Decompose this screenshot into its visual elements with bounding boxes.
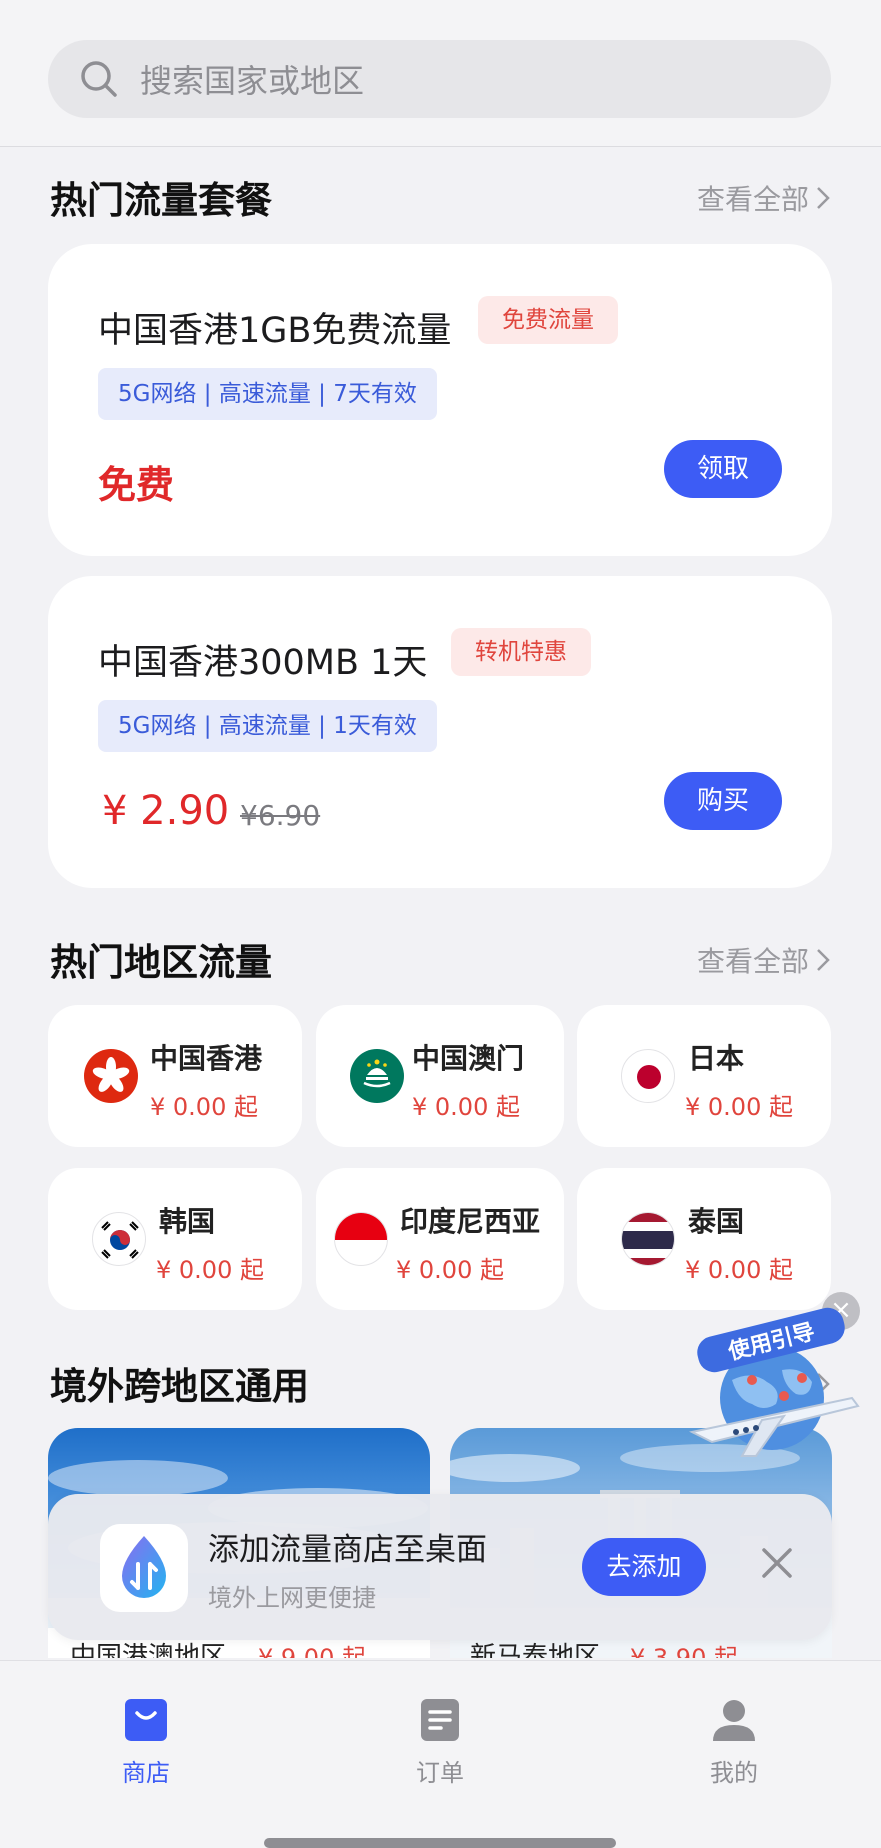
add-to-desktop-banner: 添加流量商店至桌面 境外上网更便捷 去添加	[48, 1494, 832, 1640]
region-price: ¥ 0.00 起	[685, 1093, 793, 1121]
banner-title: 添加流量商店至桌面	[208, 1532, 487, 1568]
hot-packages-see-all[interactable]: 查看全部	[697, 178, 831, 218]
korea-flag-icon	[92, 1212, 146, 1266]
order-list-icon	[421, 1699, 459, 1741]
cross-region-price: ¥ 9.00 起	[258, 1644, 366, 1658]
region-price: ¥ 0.00 起	[150, 1093, 258, 1121]
region-price: ¥ 0.00 起	[396, 1256, 504, 1284]
tab-shop[interactable]: 商店	[86, 1697, 206, 1788]
package-price: ¥ 2.90	[102, 788, 230, 834]
banner-subtitle: 境外上网更便捷	[208, 1584, 376, 1612]
tab-label: 订单	[416, 1759, 464, 1787]
region-price: ¥ 0.00 起	[685, 1256, 793, 1284]
see-all-label: 查看全部	[696, 183, 809, 216]
package-price: 免费	[98, 463, 175, 507]
japan-flag-icon	[621, 1049, 675, 1103]
add-button[interactable]: 去添加	[582, 1538, 706, 1596]
hong-kong-flag-icon	[84, 1049, 138, 1103]
package-tags: 5G网络 | 高速流量 | 1天有效	[98, 700, 437, 752]
search-input[interactable]: 搜索国家或地区	[48, 40, 831, 118]
tab-orders[interactable]: 订单	[380, 1697, 500, 1788]
region-card-korea[interactable]: 韩国 ¥ 0.00 起	[48, 1168, 302, 1310]
package-old-price: ¥6.90	[240, 799, 321, 832]
package-card[interactable]: 中国香港300MB 1天 转机特惠 5G网络 | 高速流量 | 1天有效 ¥ 2…	[48, 576, 832, 888]
bottom-tab-bar: 商店 订单 我的	[0, 1660, 881, 1848]
region-name: 韩国	[159, 1205, 216, 1238]
search-header: 搜索国家或地区	[0, 0, 881, 147]
tab-label: 我的	[710, 1759, 758, 1787]
indonesia-flag-icon	[334, 1212, 388, 1266]
cross-region-price: ¥ 3.90 起	[630, 1644, 738, 1658]
cross-region-title: 境外跨地区通用	[50, 1365, 309, 1408]
region-name: 中国香港	[150, 1042, 263, 1075]
hot-packages-title: 热门流量套餐	[50, 179, 272, 222]
region-card-japan[interactable]: 日本 ¥ 0.00 起	[577, 1005, 831, 1147]
chevron-right-icon	[817, 949, 830, 971]
macau-flag-icon	[350, 1049, 404, 1103]
package-name: 中国香港1GB免费流量	[98, 311, 452, 351]
shop-bag-icon	[125, 1699, 167, 1741]
guide-badge[interactable]: 使用引导	[672, 1304, 872, 1480]
region-card-indonesia[interactable]: 印度尼西亚 ¥ 0.00 起	[316, 1168, 564, 1310]
home-indicator	[264, 1838, 616, 1848]
claim-button[interactable]: 领取	[664, 440, 782, 498]
package-name: 中国香港300MB 1天	[98, 643, 428, 683]
package-tags: 5G网络 | 高速流量 | 7天有效	[98, 368, 437, 420]
search-placeholder: 搜索国家或地区	[140, 62, 365, 100]
buy-button[interactable]: 购买	[664, 772, 782, 830]
tab-me[interactable]: 我的	[674, 1697, 794, 1788]
region-name: 印度尼西亚	[400, 1205, 541, 1238]
thailand-flag-icon	[621, 1212, 675, 1266]
region-price: ¥ 0.00 起	[412, 1093, 520, 1121]
region-card-hong-kong[interactable]: 中国香港 ¥ 0.00 起	[48, 1005, 302, 1147]
hot-regions-title: 热门地区流量	[50, 941, 272, 984]
search-icon	[81, 61, 117, 97]
region-name: 日本	[688, 1042, 745, 1075]
package-card[interactable]: 中国香港1GB免费流量 免费流量 5G网络 | 高速流量 | 7天有效 免费 领…	[48, 244, 832, 556]
person-icon	[713, 1700, 755, 1741]
hot-regions-see-all[interactable]: 查看全部	[697, 940, 831, 980]
region-name: 中国澳门	[412, 1042, 525, 1075]
package-badge: 转机特惠	[451, 628, 591, 676]
see-all-label: 查看全部	[696, 945, 809, 978]
region-price: ¥ 0.00 起	[156, 1256, 264, 1284]
tab-label: 商店	[122, 1759, 170, 1787]
app-icon	[100, 1524, 188, 1612]
close-icon[interactable]	[760, 1546, 794, 1587]
region-card-thailand[interactable]: 泰国 ¥ 0.00 起	[577, 1168, 831, 1310]
chevron-right-icon	[817, 187, 830, 209]
region-card-macau[interactable]: 中国澳门 ¥ 0.00 起	[316, 1005, 564, 1147]
package-badge: 免费流量	[478, 296, 618, 344]
region-name: 泰国	[688, 1205, 745, 1238]
